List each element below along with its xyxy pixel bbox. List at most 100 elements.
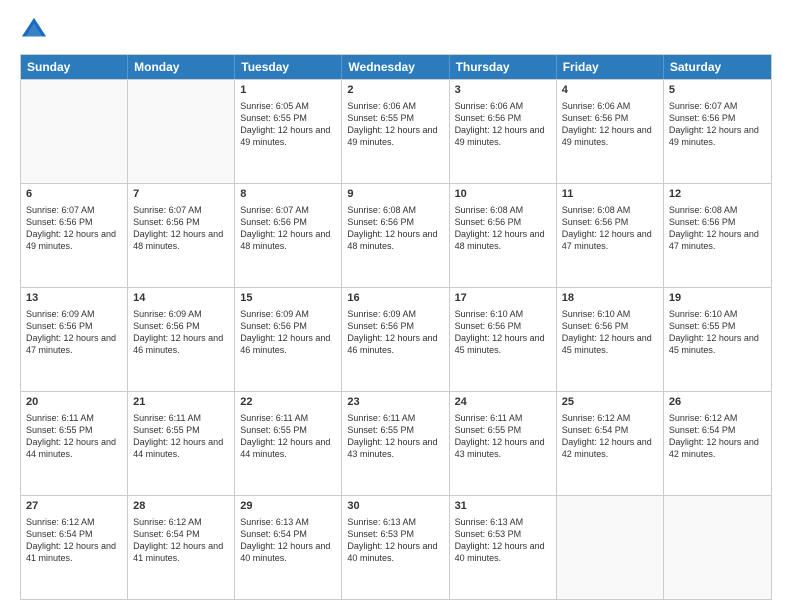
calendar-cell: 25Sunrise: 6:12 AM Sunset: 6:54 PM Dayli… (557, 392, 664, 495)
day-info: Sunrise: 6:13 AM Sunset: 6:54 PM Dayligh… (240, 516, 336, 565)
calendar-cell (128, 80, 235, 183)
day-info: Sunrise: 6:10 AM Sunset: 6:55 PM Dayligh… (669, 308, 766, 357)
day-number: 22 (240, 395, 336, 410)
header-day-friday: Friday (557, 55, 664, 79)
calendar-cell: 2 Sunrise: 6:06 AM Sunset: 6:55 PM Daylig… (342, 80, 449, 183)
header-day-monday: Monday (128, 55, 235, 79)
calendar-cell: 20Sunrise: 6:11 AM Sunset: 6:55 PM Dayli… (21, 392, 128, 495)
page-header (20, 16, 772, 44)
calendar-cell: 11 Sunrise: 6:08 AM Sunset: 6:56 PM Dayli… (557, 184, 664, 287)
day-number: 31 (455, 499, 551, 514)
calendar-cell: 16 Sunrise: 6:09 AM Sunset: 6:56 PM Dayli… (342, 288, 449, 391)
header-day-sunday: Sunday (21, 55, 128, 79)
day-number: 29 (240, 499, 336, 514)
day-info: Sunrise: 6:06 AM Sunset: 6:56 PM Dayligh… (455, 100, 551, 149)
day-number: 28 (133, 499, 229, 514)
day-number: 17 (455, 291, 551, 306)
calendar-cell: 29 Sunrise: 6:13 AM Sunset: 6:54 PM Dayli… (235, 496, 342, 599)
calendar-cell: 13 Sunrise: 6:09 AM Sunset: 6:56 PM Dayli… (21, 288, 128, 391)
day-number: 21 (133, 395, 229, 410)
day-info: Sunrise: 6:11 AM Sunset: 6:55 PM Dayligh… (133, 412, 229, 461)
day-number: 5 (669, 83, 766, 98)
calendar-row-1: 6 Sunrise: 6:07 AM Sunset: 6:56 PM Daylig… (21, 183, 771, 287)
calendar-cell: 26 Sunrise: 6:12 AM Sunset: 6:54 PM Dayli… (664, 392, 771, 495)
day-number: 15 (240, 291, 336, 306)
day-info: Sunrise: 6:13 AM Sunset: 6:53 PM Dayligh… (455, 516, 551, 565)
day-info: Sunrise: 6:06 AM Sunset: 6:56 PM Dayligh… (562, 100, 658, 149)
day-number: 14 (133, 291, 229, 306)
day-info: Sunrise: 6:11 AM Sunset: 6:55 PM Dayligh… (455, 412, 551, 461)
day-info: Sunrise: 6:05 AM Sunset: 6:55 PM Dayligh… (240, 100, 336, 149)
calendar-header: SundayMondayTuesdayWednesdayThursdayFrid… (21, 55, 771, 79)
day-number: 12 (669, 187, 766, 202)
calendar-cell: 21 Sunrise: 6:11 AM Sunset: 6:55 PM Dayli… (128, 392, 235, 495)
calendar-row-3: 20Sunrise: 6:11 AM Sunset: 6:55 PM Dayli… (21, 391, 771, 495)
day-number: 13 (26, 291, 122, 306)
day-number: 27 (26, 499, 122, 514)
day-number: 2 (347, 83, 443, 98)
day-info: Sunrise: 6:08 AM Sunset: 6:56 PM Dayligh… (669, 204, 766, 253)
calendar-cell: 28Sunrise: 6:12 AM Sunset: 6:54 PM Dayli… (128, 496, 235, 599)
day-number: 7 (133, 187, 229, 202)
header-day-saturday: Saturday (664, 55, 771, 79)
calendar-cell: 27 Sunrise: 6:12 AM Sunset: 6:54 PM Dayli… (21, 496, 128, 599)
calendar-cell: 10 Sunrise: 6:08 AM Sunset: 6:56 PM Dayli… (450, 184, 557, 287)
day-number: 26 (669, 395, 766, 410)
calendar-cell: 1Sunrise: 6:05 AM Sunset: 6:55 PM Daylig… (235, 80, 342, 183)
header-day-tuesday: Tuesday (235, 55, 342, 79)
calendar-cell: 15Sunrise: 6:09 AM Sunset: 6:56 PM Dayli… (235, 288, 342, 391)
calendar-cell (21, 80, 128, 183)
calendar-cell: 18 Sunrise: 6:10 AM Sunset: 6:56 PM Dayli… (557, 288, 664, 391)
calendar-row-0: 1Sunrise: 6:05 AM Sunset: 6:55 PM Daylig… (21, 79, 771, 183)
day-number: 6 (26, 187, 122, 202)
calendar-cell: 17 Sunrise: 6:10 AM Sunset: 6:56 PM Dayli… (450, 288, 557, 391)
day-info: Sunrise: 6:11 AM Sunset: 6:55 PM Dayligh… (26, 412, 122, 461)
day-info: Sunrise: 6:12 AM Sunset: 6:54 PM Dayligh… (562, 412, 658, 461)
day-number: 8 (240, 187, 336, 202)
day-info: Sunrise: 6:09 AM Sunset: 6:56 PM Dayligh… (347, 308, 443, 357)
day-number: 10 (455, 187, 551, 202)
day-info: Sunrise: 6:09 AM Sunset: 6:56 PM Dayligh… (26, 308, 122, 357)
calendar-cell: 8Sunrise: 6:07 AM Sunset: 6:56 PM Daylig… (235, 184, 342, 287)
day-info: Sunrise: 6:11 AM Sunset: 6:55 PM Dayligh… (240, 412, 336, 461)
calendar-cell: 31 Sunrise: 6:13 AM Sunset: 6:53 PM Dayli… (450, 496, 557, 599)
logo-icon (20, 16, 48, 44)
day-info: Sunrise: 6:06 AM Sunset: 6:55 PM Dayligh… (347, 100, 443, 149)
day-number: 3 (455, 83, 551, 98)
calendar-cell (664, 496, 771, 599)
day-info: Sunrise: 6:07 AM Sunset: 6:56 PM Dayligh… (26, 204, 122, 253)
day-info: Sunrise: 6:09 AM Sunset: 6:56 PM Dayligh… (133, 308, 229, 357)
day-number: 16 (347, 291, 443, 306)
calendar-row-2: 13 Sunrise: 6:09 AM Sunset: 6:56 PM Dayli… (21, 287, 771, 391)
day-info: Sunrise: 6:07 AM Sunset: 6:56 PM Dayligh… (133, 204, 229, 253)
day-number: 18 (562, 291, 658, 306)
logo (20, 16, 52, 44)
day-number: 19 (669, 291, 766, 306)
day-info: Sunrise: 6:12 AM Sunset: 6:54 PM Dayligh… (669, 412, 766, 461)
calendar-cell: 4 Sunrise: 6:06 AM Sunset: 6:56 PM Daylig… (557, 80, 664, 183)
calendar-cell: 6 Sunrise: 6:07 AM Sunset: 6:56 PM Daylig… (21, 184, 128, 287)
day-info: Sunrise: 6:13 AM Sunset: 6:53 PM Dayligh… (347, 516, 443, 565)
calendar-cell: 22 Sunrise: 6:11 AM Sunset: 6:55 PM Dayli… (235, 392, 342, 495)
day-info: Sunrise: 6:08 AM Sunset: 6:56 PM Dayligh… (455, 204, 551, 253)
day-info: Sunrise: 6:10 AM Sunset: 6:56 PM Dayligh… (455, 308, 551, 357)
day-info: Sunrise: 6:07 AM Sunset: 6:56 PM Dayligh… (669, 100, 766, 149)
day-info: Sunrise: 6:08 AM Sunset: 6:56 PM Dayligh… (347, 204, 443, 253)
day-info: Sunrise: 6:08 AM Sunset: 6:56 PM Dayligh… (562, 204, 658, 253)
calendar-cell: 14 Sunrise: 6:09 AM Sunset: 6:56 PM Dayli… (128, 288, 235, 391)
calendar-row-4: 27 Sunrise: 6:12 AM Sunset: 6:54 PM Dayli… (21, 495, 771, 599)
day-number: 4 (562, 83, 658, 98)
calendar-cell: 12 Sunrise: 6:08 AM Sunset: 6:56 PM Dayli… (664, 184, 771, 287)
day-number: 11 (562, 187, 658, 202)
day-info: Sunrise: 6:12 AM Sunset: 6:54 PM Dayligh… (26, 516, 122, 565)
calendar-cell (557, 496, 664, 599)
calendar-cell: 5 Sunrise: 6:07 AM Sunset: 6:56 PM Daylig… (664, 80, 771, 183)
day-number: 23 (347, 395, 443, 410)
day-info: Sunrise: 6:10 AM Sunset: 6:56 PM Dayligh… (562, 308, 658, 357)
day-number: 30 (347, 499, 443, 514)
day-number: 24 (455, 395, 551, 410)
day-info: Sunrise: 6:11 AM Sunset: 6:55 PM Dayligh… (347, 412, 443, 461)
calendar: SundayMondayTuesdayWednesdayThursdayFrid… (20, 54, 772, 600)
calendar-cell: 19 Sunrise: 6:10 AM Sunset: 6:55 PM Dayli… (664, 288, 771, 391)
calendar-cell: 23 Sunrise: 6:11 AM Sunset: 6:55 PM Dayli… (342, 392, 449, 495)
